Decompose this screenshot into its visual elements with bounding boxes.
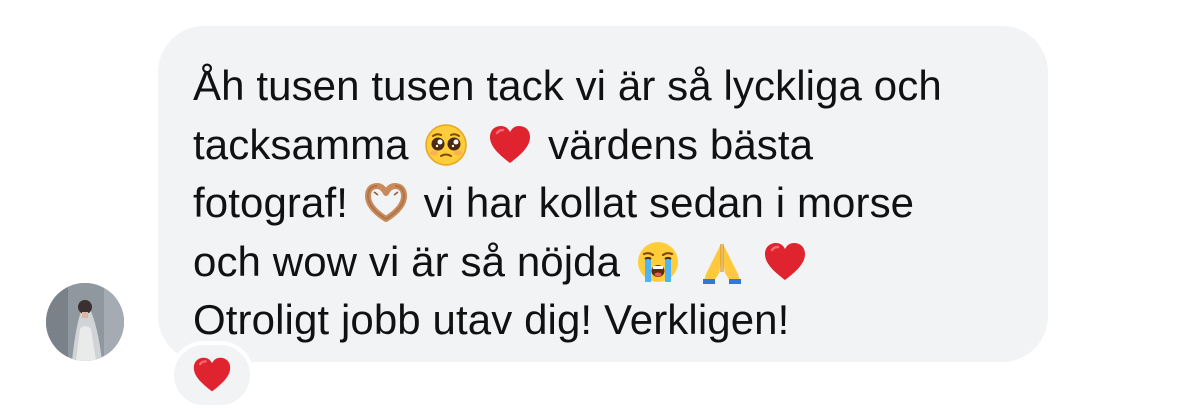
message-text: Otroligt jobb utav dig! Verkligen! (193, 296, 790, 343)
message-line-5: Otroligt jobb utav dig! Verkligen! (193, 291, 1018, 350)
pleading-face-emoji (424, 123, 468, 167)
message-line-1: Åh tusen tusen tack vi är så lyckliga oc… (193, 57, 1018, 116)
sender-avatar[interactable] (46, 283, 124, 361)
chat-thread: Åh tusen tusen tack vi är så lyckliga oc… (0, 0, 1200, 416)
heart-hands-emoji (364, 181, 408, 225)
message-text: Åh tusen tusen tack vi är så lyckliga oc… (193, 62, 942, 109)
reaction-badge[interactable] (170, 341, 254, 409)
message-bubble[interactable]: Åh tusen tusen tack vi är så lyckliga oc… (158, 26, 1048, 362)
message-text: och wow vi är så nöjda (193, 237, 621, 285)
loudly-crying-face-emoji (636, 240, 680, 284)
red-heart-emoji (193, 357, 231, 392)
message-text: fotograf! (193, 179, 348, 226)
message-text: värdens bästa (547, 120, 814, 168)
message-text: vi har kollat sedan i morse (423, 179, 915, 226)
message-line-3: fotograf! vi har kollat sedan i morse (193, 174, 1018, 233)
red-heart-emoji (488, 123, 532, 167)
folded-hands-emoji (700, 240, 744, 284)
message-line-2: tacksamma värdens bästa (193, 116, 1018, 175)
red-heart-emoji (763, 240, 807, 284)
message-line-4: och wow vi är så nöjda (193, 233, 1018, 292)
message-text: tacksamma (193, 120, 409, 168)
